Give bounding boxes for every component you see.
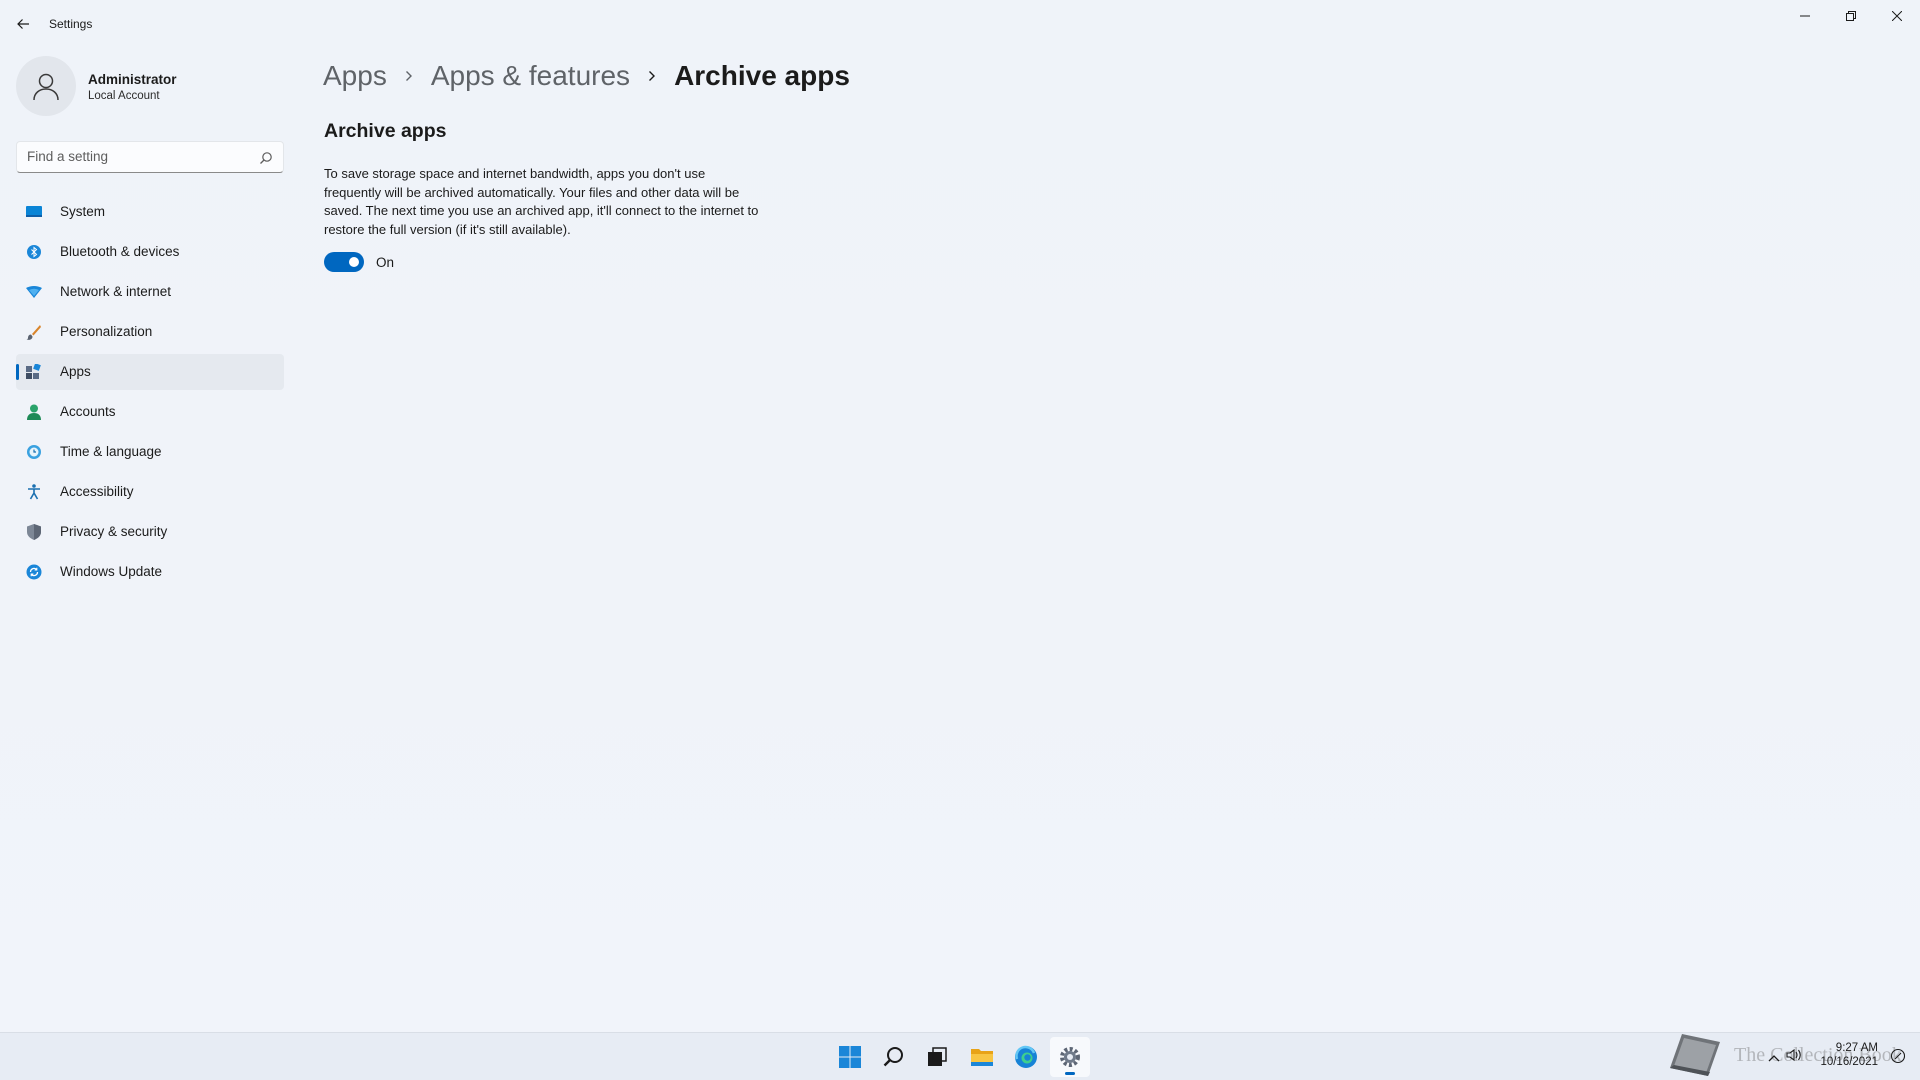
shield-icon: [26, 524, 42, 540]
sidebar-item-label: Personalization: [60, 324, 153, 339]
settings-taskbar-button[interactable]: [1050, 1037, 1090, 1077]
archive-apps-toggle[interactable]: [324, 252, 364, 272]
title-bar: Settings: [0, 0, 1920, 48]
chevron-right-icon: [387, 70, 431, 82]
sidebar-item-label: Privacy & security: [60, 524, 168, 539]
taskbar-clock[interactable]: 9:27 AM 10/16/2021: [1818, 1041, 1878, 1069]
user-name: Administrator: [88, 72, 177, 87]
breadcrumb-apps[interactable]: Apps: [323, 60, 387, 92]
account-type: Local Account: [88, 90, 160, 102]
back-arrow-icon: [17, 19, 29, 29]
sidebar-item-privacy[interactable]: Privacy & security: [16, 514, 284, 550]
breadcrumb: Apps Apps & features Archive apps: [323, 56, 850, 96]
sidebar-item-bluetooth[interactable]: Bluetooth & devices: [16, 234, 284, 270]
sidebar-item-windows-update[interactable]: Windows Update: [16, 554, 284, 590]
archive-apps-description: To save storage space and internet bandw…: [324, 166, 759, 237]
sidebar-item-label: Apps: [60, 364, 91, 379]
apps-icon: [26, 364, 42, 380]
restore-button[interactable]: [1828, 0, 1874, 32]
windows-update-icon: [26, 564, 42, 580]
settings-icon: [1060, 1047, 1080, 1067]
breadcrumb-current: Archive apps: [674, 60, 850, 91]
search-box[interactable]: [16, 141, 284, 173]
sidebar-item-network[interactable]: Network & internet: [16, 274, 284, 310]
sidebar-nav: System Bluetooth & devices Network & int…: [16, 194, 284, 594]
task-view-button[interactable]: [917, 1037, 957, 1077]
sidebar-item-label: Network & internet: [60, 284, 172, 299]
close-icon: [1892, 11, 1902, 21]
start-icon: [839, 1046, 861, 1068]
person-icon: [33, 73, 59, 101]
notification-icon[interactable]: [1890, 1048, 1906, 1069]
edge-button[interactable]: [1006, 1037, 1046, 1077]
settings-window: Settings Administrator Local Account Sys…: [0, 0, 1920, 1032]
task-view-icon: [928, 1047, 947, 1066]
chevron-right-icon: [630, 70, 674, 82]
volume-icon[interactable]: [1786, 1048, 1802, 1067]
search-input[interactable]: [27, 149, 247, 164]
minimize-button[interactable]: [1782, 0, 1828, 32]
breadcrumb-apps-features[interactable]: Apps & features: [431, 60, 630, 92]
sidebar-item-accounts[interactable]: Accounts: [16, 394, 284, 430]
back-button[interactable]: [8, 10, 38, 38]
sidebar-item-label: Windows Update: [60, 564, 163, 579]
search-icon: [883, 1047, 903, 1067]
time-language-icon: [26, 444, 42, 460]
sidebar-item-label: Time & language: [60, 444, 162, 459]
toggle-knob: [349, 257, 359, 267]
search-icon[interactable]: [259, 151, 273, 165]
brush-icon: [26, 324, 42, 340]
active-indicator: [16, 364, 19, 380]
toggle-state-label: On: [376, 255, 395, 270]
taskbar: [0, 1032, 1920, 1080]
section-title: Archive apps: [324, 120, 447, 142]
sidebar-item-label: Bluetooth & devices: [60, 244, 180, 259]
file-explorer-button[interactable]: [962, 1037, 1002, 1077]
system-icon: [26, 204, 42, 220]
book-icon: [1670, 1034, 1720, 1076]
avatar: [16, 56, 76, 116]
start-button[interactable]: [830, 1037, 870, 1077]
sidebar-item-accessibility[interactable]: Accessibility: [16, 474, 284, 510]
app-title: Settings: [49, 17, 93, 31]
file-explorer-icon: [971, 1049, 993, 1066]
accounts-icon: [26, 404, 42, 420]
sidebar-item-label: Accessibility: [60, 484, 134, 499]
user-profile[interactable]: Administrator Local Account: [16, 56, 286, 118]
bluetooth-icon: [26, 244, 42, 260]
chevron-up-icon[interactable]: [1768, 1050, 1780, 1068]
clock-time: 9:27 AM: [1835, 1042, 1878, 1054]
minimize-icon: [1800, 15, 1810, 17]
clock-date: 10/16/2021: [1820, 1056, 1878, 1068]
sidebar-item-apps[interactable]: Apps: [16, 354, 284, 390]
taskbar-search-button[interactable]: [874, 1037, 914, 1077]
accessibility-icon: [26, 484, 42, 500]
sidebar-item-system[interactable]: System: [16, 194, 284, 230]
sidebar-item-label: Accounts: [60, 404, 116, 419]
sidebar-item-label: System: [60, 204, 106, 219]
sidebar-item-time-language[interactable]: Time & language: [16, 434, 284, 470]
network-icon: [26, 284, 42, 300]
restore-icon: [1846, 11, 1856, 21]
close-button[interactable]: [1874, 0, 1920, 32]
sidebar-item-personalization[interactable]: Personalization: [16, 314, 284, 350]
edge-icon: [1015, 1045, 1037, 1068]
active-app-indicator: [1065, 1072, 1075, 1075]
